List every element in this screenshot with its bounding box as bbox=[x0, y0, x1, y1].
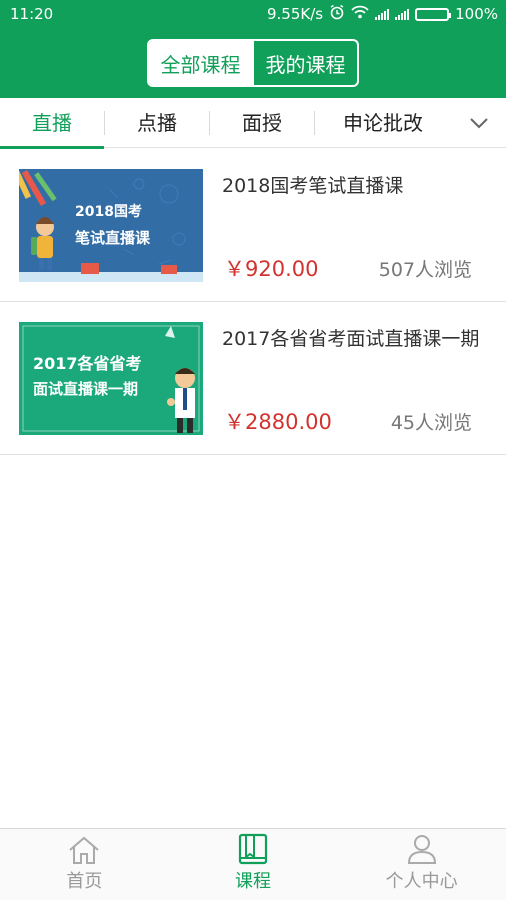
thumbnail-art bbox=[19, 169, 203, 282]
course-item[interactable]: 2017各省省考 面试直播课一期 2017各省省考面试直播课一期 ￥2880.0… bbox=[0, 302, 506, 455]
user-icon bbox=[407, 835, 436, 864]
thumbnail-line2: 面试直播课一期 bbox=[33, 380, 139, 398]
course-title: 2017各省省考面试直播课一期 bbox=[222, 328, 480, 350]
nav-courses-label: 课程 bbox=[235, 871, 271, 892]
thumbnail-line2: 笔试直播课 bbox=[75, 229, 151, 247]
nav-home[interactable]: 首页 bbox=[0, 829, 169, 900]
signal-icon-sim2 bbox=[395, 8, 410, 20]
wifi-icon bbox=[351, 5, 369, 23]
tab-in-person[interactable]: 面授 bbox=[210, 98, 314, 148]
course-item[interactable]: 2018国考 笔试直播课 2018国考笔试直播课 ￥920.00 507人浏览 bbox=[0, 149, 506, 302]
battery-percent: 100% bbox=[455, 5, 498, 23]
status-time: 11:20 bbox=[10, 5, 54, 23]
nav-courses[interactable]: 课程 bbox=[169, 829, 338, 900]
category-tabs: 直播 点播 面授 申论批改 bbox=[0, 98, 506, 149]
status-right: 9.55K/s 100% bbox=[267, 4, 498, 24]
app-header: 全部课程 我的课程 bbox=[0, 28, 506, 98]
course-thumbnail: 2017各省省考 面试直播课一期 bbox=[19, 322, 203, 435]
battery-icon bbox=[415, 7, 452, 21]
course-thumbnail: 2018国考 笔试直播课 bbox=[19, 169, 203, 282]
course-price: ￥920.00 bbox=[224, 257, 319, 281]
course-scope-toggle: 全部课程 我的课程 bbox=[147, 39, 359, 87]
alarm-icon bbox=[329, 4, 345, 24]
home-icon bbox=[69, 836, 99, 864]
nav-home-label: 首页 bbox=[66, 871, 103, 892]
course-views: 507人浏览 bbox=[378, 259, 472, 281]
signal-icon-sim1 bbox=[375, 8, 390, 20]
segment-all-courses[interactable]: 全部课程 bbox=[149, 41, 252, 85]
nav-profile-label: 个人中心 bbox=[385, 871, 458, 892]
course-price: ￥2880.00 bbox=[224, 410, 332, 434]
course-views: 45人浏览 bbox=[390, 412, 472, 434]
status-bar: 11:20 9.55K/s 100% bbox=[0, 0, 506, 28]
chevron-down-icon[interactable] bbox=[468, 112, 490, 134]
tab-live[interactable]: 直播 bbox=[0, 98, 104, 149]
course-list: 2018国考 笔试直播课 2018国考笔试直播课 ￥920.00 507人浏览 … bbox=[0, 149, 506, 455]
tab-essay-review[interactable]: 申论批改 bbox=[315, 98, 451, 148]
book-icon bbox=[238, 833, 268, 865]
course-title: 2018国考笔试直播课 bbox=[222, 175, 404, 197]
bottom-nav: 首页 课程 个人中心 bbox=[0, 828, 506, 900]
tab-on-demand[interactable]: 点播 bbox=[105, 98, 209, 148]
thumbnail-line1: 2018国考 bbox=[75, 204, 142, 220]
segment-my-courses[interactable]: 我的课程 bbox=[254, 41, 357, 85]
network-speed: 9.55K/s bbox=[267, 5, 324, 23]
thumbnail-line1: 2017各省省考 bbox=[33, 354, 142, 373]
nav-profile[interactable]: 个人中心 bbox=[337, 829, 506, 900]
